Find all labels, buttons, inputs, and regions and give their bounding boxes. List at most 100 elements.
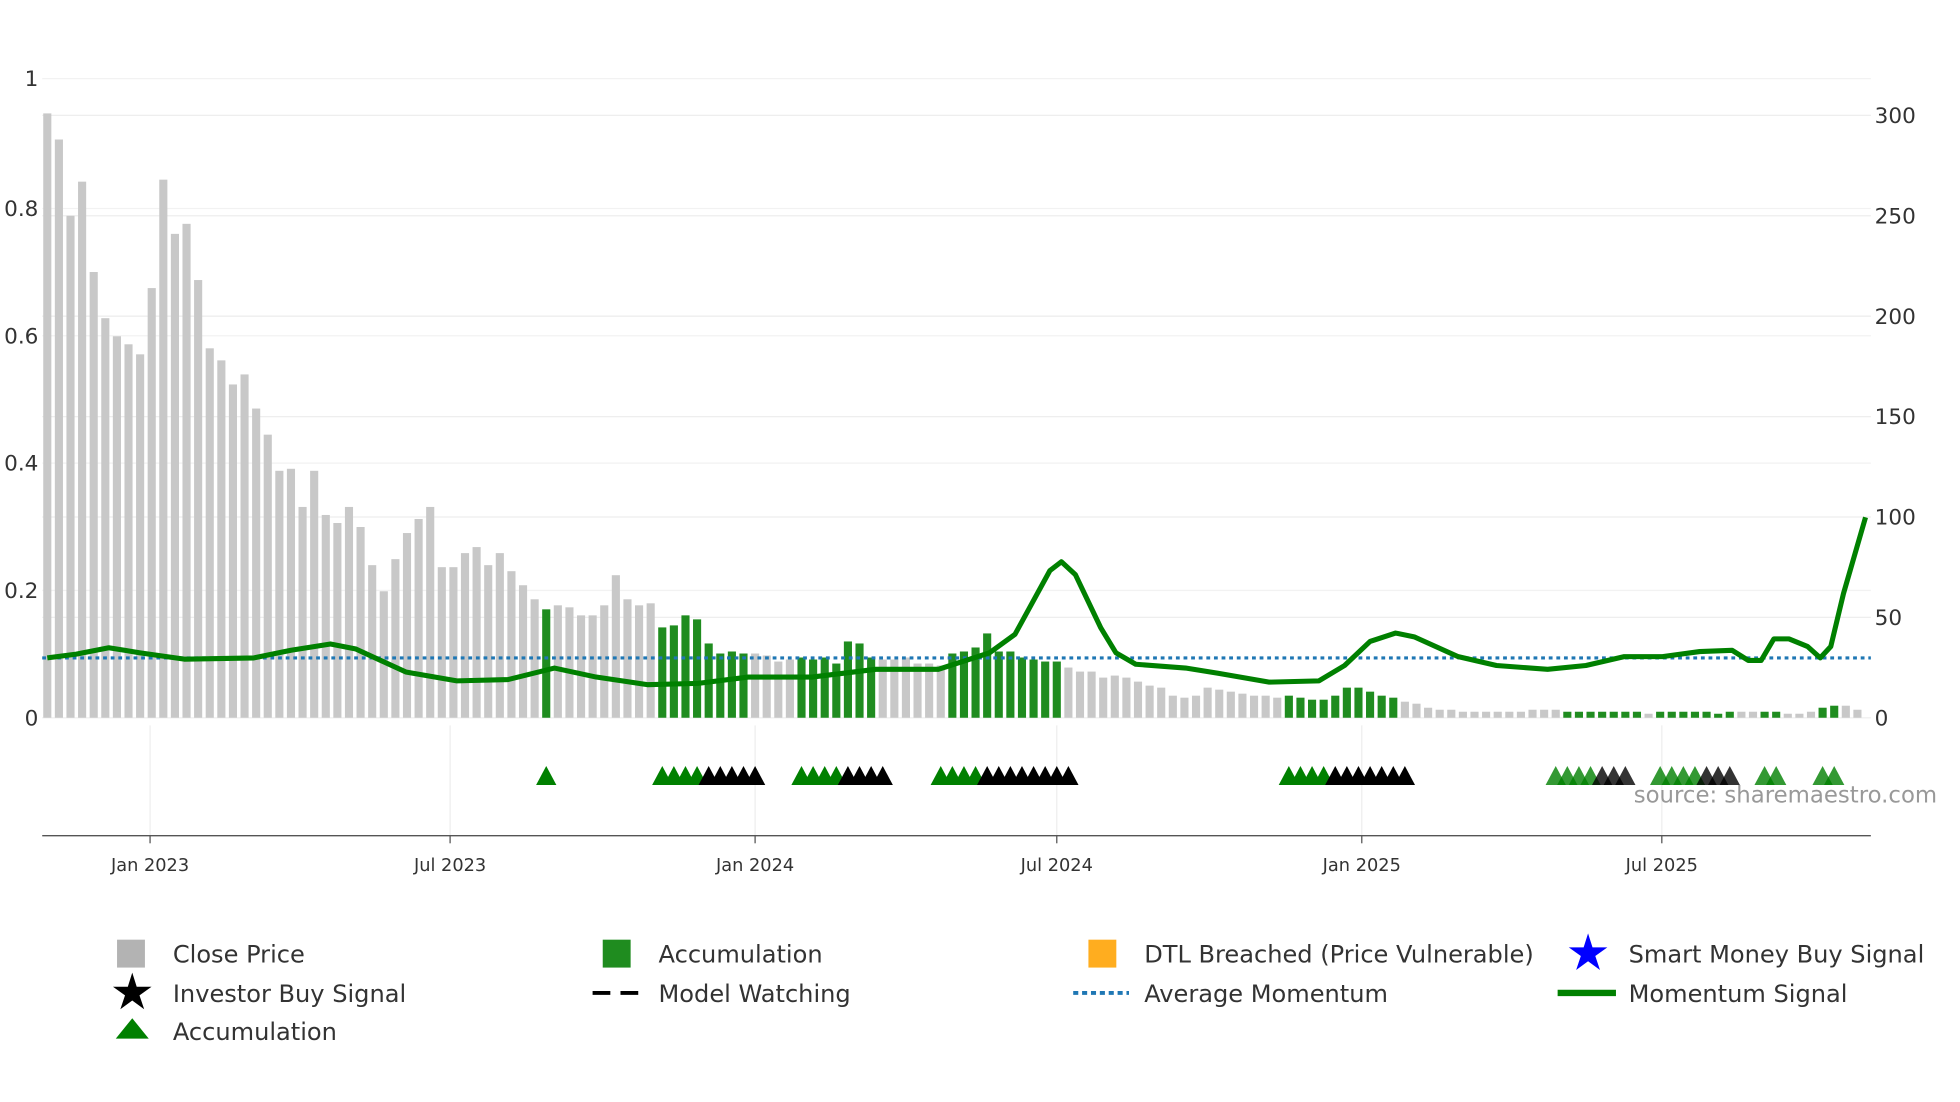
accumulation-bar: [716, 653, 725, 718]
close-price-bar: [1783, 713, 1792, 718]
accumulation-bar: [1760, 711, 1769, 718]
legend-item: Average Momentum: [1073, 980, 1388, 1008]
close-price-bar: [194, 280, 203, 718]
accumulation-bar: [1679, 711, 1688, 718]
close-price-bar: [785, 659, 794, 718]
close-price-bar: [1540, 709, 1549, 718]
close-price-bar: [1435, 709, 1444, 718]
close-price-bar: [275, 470, 284, 718]
legend-item: DTL Breached (Price Vulnerable): [1088, 939, 1534, 969]
close-price-bar: [518, 585, 528, 718]
close-price-bar: [333, 522, 342, 718]
close-price-bar: [484, 565, 493, 718]
close-price-bar: [1122, 677, 1131, 718]
close-price-bar: [1470, 711, 1479, 718]
accumulation-bar: [1296, 697, 1305, 718]
legend-square-icon: [1088, 939, 1117, 968]
close-price-bar: [182, 223, 191, 718]
close-price-bar: [1075, 671, 1085, 718]
accumulation-bar: [1621, 711, 1630, 718]
close-price-bar: [1191, 695, 1201, 718]
close-price-bar: [356, 527, 365, 718]
legend-item: Accumulation: [602, 939, 823, 969]
accumulation-bar: [1052, 661, 1061, 718]
legend: Close Price Accumulation DTL Breached (Pri…: [112, 933, 1925, 1046]
x-tick-label: Jan 2023: [110, 856, 189, 876]
accumulation-bar: [1041, 661, 1050, 718]
price-bars: [43, 113, 1862, 718]
legend-star-icon: [1568, 933, 1608, 970]
gridlines: [42, 77, 1871, 836]
accumulation-bar: [855, 643, 864, 718]
close-price-bar: [1806, 711, 1816, 718]
legend-label: DTL Breached (Price Vulnerable): [1144, 941, 1534, 969]
accumulation-bar: [1609, 711, 1618, 718]
close-price-bar: [1853, 709, 1862, 718]
close-price-bar: [414, 518, 423, 718]
price-tick-label: 150: [1875, 405, 1916, 430]
accumulation-bar: [739, 653, 748, 718]
source-label: source: sharemaestro.com: [1634, 783, 1937, 809]
close-price-bar: [1841, 705, 1850, 718]
close-price-bar: [553, 605, 562, 718]
accumulation-bar: [867, 657, 876, 718]
accumulation-bar: [1284, 695, 1293, 718]
close-price-bar: [1133, 681, 1143, 718]
close-price-bar: [368, 565, 377, 718]
close-price-bar: [54, 139, 63, 718]
legend-label: Accumulation: [659, 941, 823, 969]
close-price-bar: [159, 179, 168, 718]
close-price-bar: [936, 665, 945, 718]
chart: 0 50 100 150 200 250 300 0 0.2 0.4 0.6 0.8 1 Jan 2023…: [4, 67, 1937, 1046]
accumulation-bar: [1308, 699, 1317, 718]
accumulation-bar: [1017, 657, 1027, 718]
close-price-bar: [78, 181, 87, 718]
close-price-bar: [646, 603, 655, 718]
close-price-bar: [391, 559, 400, 718]
close-price-bar: [1424, 707, 1433, 718]
close-price-bar: [565, 607, 574, 718]
legend-label: Accumulation: [173, 1018, 337, 1046]
accumulation-bar: [1354, 687, 1363, 718]
legend-label: Smart Money Buy Signal: [1629, 941, 1925, 969]
close-price-bar: [205, 348, 214, 718]
close-price-bar: [170, 233, 179, 718]
close-price-bar: [495, 553, 504, 718]
x-tick-label: Jul 2025: [1625, 856, 1698, 876]
close-price-bar: [426, 506, 435, 718]
close-price-bar: [751, 653, 760, 718]
close-price-bar: [611, 575, 620, 718]
accumulation-bar: [1331, 695, 1340, 718]
close-price-bar: [344, 506, 354, 718]
accumulation-bar: [1702, 711, 1711, 718]
price-tick-label: 50: [1875, 606, 1902, 631]
accumulation-bar: [1598, 711, 1607, 718]
accumulation-bar: [681, 615, 690, 718]
close-price-bar: [1226, 691, 1235, 718]
accumulation-bar: [797, 657, 806, 718]
legend-item: Close Price: [117, 939, 305, 969]
momentum-tick-label: 0.8: [4, 197, 38, 222]
accumulation-bar: [1366, 691, 1375, 718]
accumulation-bar: [1574, 711, 1583, 718]
x-tick-label: Jan 2024: [715, 856, 794, 876]
legend-star-icon: [112, 972, 152, 1010]
close-price-bar: [1482, 711, 1491, 718]
legend-item: Momentum Signal: [1557, 980, 1847, 1008]
close-price-bar: [1238, 693, 1247, 718]
accumulation-bar: [542, 609, 551, 718]
accumulation-bar: [658, 627, 667, 718]
close-price-bar: [507, 571, 516, 718]
close-price-bar: [66, 215, 75, 718]
close-price-bar: [1168, 695, 1177, 718]
accumulation-bar: [1563, 711, 1572, 718]
close-price-bar: [252, 408, 261, 718]
close-price-bar: [1261, 695, 1270, 718]
accumulation-bar: [727, 651, 736, 718]
close-price-bar: [124, 344, 133, 718]
close-price-bar: [1157, 687, 1166, 718]
close-price-bar: [1551, 709, 1560, 718]
momentum-tick-label: 0.6: [4, 324, 38, 349]
legend-label: Model Watching: [659, 980, 851, 1008]
close-price-bar: [1249, 695, 1259, 718]
